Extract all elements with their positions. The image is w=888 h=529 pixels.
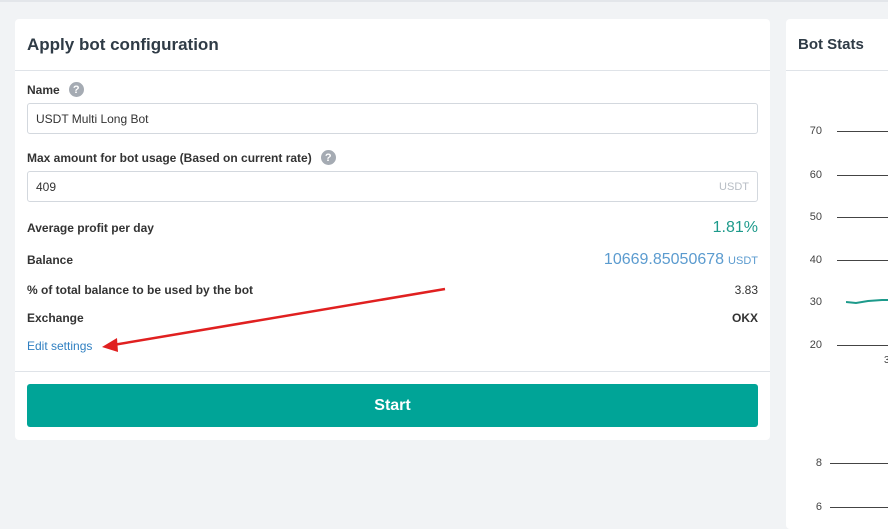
profit-row: Average profit per day 1.81% — [27, 219, 758, 237]
y-tick-label: 30 — [809, 296, 822, 308]
y-tick-label: 8 — [815, 457, 822, 469]
y-tick-label: 6 — [815, 501, 822, 513]
gridline — [837, 131, 888, 132]
gridline — [837, 175, 888, 176]
exchange-label: Exchange — [27, 311, 84, 325]
max-amount-unit: USDT — [719, 180, 749, 193]
profit-label: Average profit per day — [27, 221, 154, 235]
stats-title: Bot Stats — [798, 36, 864, 53]
balance-value-group: 10669.85050678 USDT — [604, 251, 758, 269]
max-amount-label-row: Max amount for bot usage (Based on curre… — [27, 150, 336, 165]
top-border — [0, 0, 888, 2]
percent-row: % of total balance to be used by the bot… — [27, 283, 758, 297]
gridline — [830, 507, 888, 508]
gridline — [837, 260, 888, 261]
name-input[interactable]: USDT Multi Long Bot — [27, 103, 758, 134]
balance-value: 10669.85050678 — [603, 251, 725, 268]
y-tick-label: 60 — [809, 169, 822, 181]
exchange-row: Exchange OKX — [27, 311, 758, 325]
help-icon[interactable]: ? — [68, 82, 84, 97]
max-amount-input[interactable]: 409 USDT — [27, 171, 758, 202]
gridline — [837, 345, 888, 346]
start-button[interactable]: Start — [27, 384, 758, 427]
balance-label: Balance — [27, 253, 74, 267]
exchange-value: OKX — [731, 311, 758, 325]
profit-value: 1.81% — [712, 219, 758, 236]
balance-unit: USDT — [728, 255, 758, 267]
edit-settings-link[interactable]: Edit settings — [27, 339, 92, 353]
x-tick-label: 3 — [884, 355, 888, 366]
name-input-value: USDT Multi Long Bot — [36, 111, 149, 126]
y-tick-label: 20 — [809, 339, 822, 351]
name-label: Name — [27, 82, 60, 97]
apply-bot-config-card: Apply bot configuration Name ? USDT Mult… — [15, 19, 770, 440]
y-tick-label: 70 — [809, 125, 822, 137]
stats-series-line — [846, 299, 888, 305]
max-amount-value: 409 — [36, 179, 57, 194]
y-tick-label: 50 — [809, 211, 822, 223]
card-title: Apply bot configuration — [27, 34, 219, 54]
card-header: Apply bot configuration — [15, 19, 770, 71]
gridline — [837, 217, 888, 218]
gridline — [830, 463, 888, 464]
balance-row: Balance 10669.85050678 USDT — [27, 251, 758, 269]
max-amount-label: Max amount for bot usage (Based on curre… — [27, 150, 312, 165]
percent-label: % of total balance to be used by the bot — [27, 283, 254, 297]
percent-value: 3.83 — [734, 283, 758, 297]
bot-stats-card: Bot Stats 70 60 50 40 30 20 8 6 3 — [786, 19, 888, 529]
stats-header: Bot Stats — [786, 19, 888, 71]
name-label-row: Name ? — [27, 82, 84, 97]
y-tick-label: 40 — [809, 254, 822, 266]
help-icon[interactable]: ? — [320, 150, 336, 165]
divider — [15, 371, 770, 372]
